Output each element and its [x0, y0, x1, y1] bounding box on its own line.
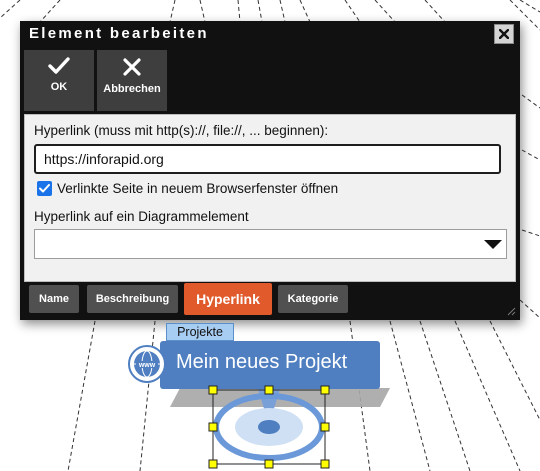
diagram-node-graphics: www — [128, 341, 390, 469]
www-icon[interactable]: www — [128, 345, 166, 383]
www-icon-text: www — [138, 362, 156, 369]
node-title[interactable]: Mein neues Projekt — [176, 351, 347, 374]
